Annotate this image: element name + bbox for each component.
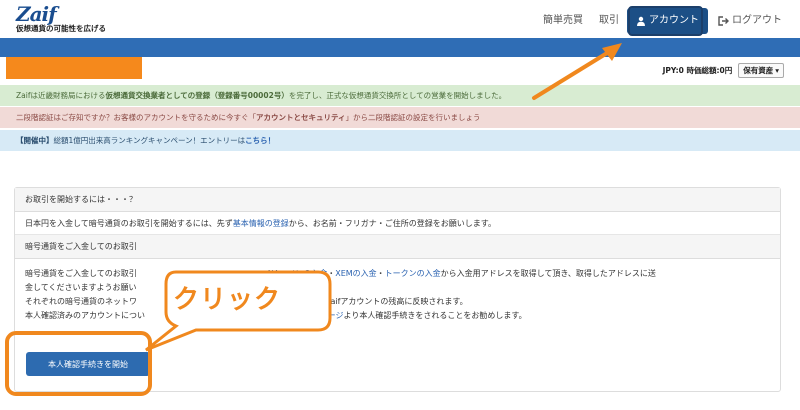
two-factor-alert: 二段階認証はご存知ですか？お客様のアカウントを守るために今すぐ「 アカウントとセキ… (0, 107, 800, 128)
nav-account-button[interactable]: アカウント (627, 8, 708, 34)
click-callout-text: クリック (173, 285, 282, 315)
line3-prefix: それぞれの暗号通貨のネットワ (25, 297, 137, 306)
site-header: Zaif 仮想通貨の可能性を広げる 簡単売買 取引 アカウント ログアウト (0, 0, 800, 38)
start-verification-button[interactable]: 本人確認手続きを開始 (26, 352, 150, 376)
crypto-line-2: 金してくださいますようお願い (25, 283, 137, 292)
intro-suffix: から、お名前・フリガナ・ご住所の登録をお願いします。 (288, 218, 496, 228)
registration-prefix: Zaifは近畿財務局における (16, 91, 106, 100)
line1-sep2: ・ (376, 269, 385, 278)
holdings-select[interactable]: 保有資産 ▾ (738, 63, 784, 78)
security-link[interactable]: アカウントとセキュリティ (256, 112, 346, 123)
jpy-deposit-info: 日本円を入金して暗号通貨のお取引を開始するには、先ず 基本情報の登録 から、お名前・… (15, 212, 780, 235)
crypto-body: 暗号通貨をご入金してのお取引 NAコインの入金・XEMの入金・トークンの入金から入… (15, 259, 780, 323)
line4-prefix: 本人確認済みのアカウントについ (25, 311, 145, 320)
nav-trade[interactable]: 取引 (591, 8, 627, 34)
balance-text: JPY:0 時価総額:0円 (662, 66, 733, 75)
nav-logout-label: ログアウト (732, 15, 782, 26)
campaign-link[interactable]: こちら！ (245, 135, 275, 146)
top-nav: 簡単売買 取引 アカウント ログアウト (535, 8, 782, 34)
registration-suffix: を完了し、正式な仮想通貨交換所としての営業を開始しました。 (288, 91, 507, 100)
account-page-link[interactable]: アカウントページ (280, 311, 344, 320)
logout-icon (718, 16, 729, 26)
crypto-line-3: それぞれの暗号通貨のネットワ 、お客様のZaifアカウントの残高に反映されます。 (25, 295, 770, 309)
intro-prefix: 日本円を入金して暗号通貨のお取引を開始するには、先ず (25, 218, 233, 228)
holdings-select-value: 保有資産 (743, 66, 774, 75)
highlight-tab (6, 57, 142, 79)
line4-suffix: より本人確認手続きをされることをお勧めします。 (343, 311, 527, 320)
two-factor-suffix: 」から二段階認証の設定を行いましょう (345, 113, 481, 122)
registration-alert: Zaifは近畿財務局における 仮想通貨交換業者としての登録（登録番号00002号）… (0, 85, 800, 106)
line1-prefix: 暗号通貨をご入金してのお取引 (25, 269, 137, 278)
getting-started-panel: お取引を開始するには・・・？ 日本円を入金して暗号通貨のお取引を開始するには、先… (14, 187, 781, 392)
nav-simple-trade[interactable]: 簡単売買 (535, 8, 591, 34)
token-deposit-link[interactable]: トークンの入金 (385, 269, 441, 278)
xem-deposit-link[interactable]: XEMの入金 (335, 269, 376, 278)
nav-bar (0, 38, 800, 57)
campaign-alert: 【開催中】 総額1億円出来高ランキングキャンペーン！エントリーは こちら！ (0, 130, 800, 151)
registration-bold: 仮想通貨交換業者としての登録（登録番号00002号） (105, 91, 289, 100)
campaign-text: 総額1億円出来高ランキングキャンペーン！エントリーは (53, 136, 246, 145)
crypto-line-4: 本人確認済みのアカウントについ ので、アカウントページより本人確認手続きをされるこ… (25, 309, 770, 323)
balance-area: JPY:0 時価総額:0円 保有資産 ▾ (663, 63, 784, 78)
line3-suffix: 、お客様のZaifアカウントの残高に反映されます。 (285, 297, 468, 306)
campaign-prefix: 【開催中】 (16, 136, 54, 145)
user-icon (637, 16, 645, 26)
logo-tagline: 仮想通貨の可能性を広げる (16, 24, 106, 33)
logo-text: Zaif (16, 2, 57, 26)
basic-info-link[interactable]: 基本情報の登録 (233, 218, 289, 229)
crypto-line-1: 暗号通貨をご入金してのお取引 NAコインの入金・XEMの入金・トークンの入金から入… (25, 267, 770, 281)
caret-down-icon: ▾ (775, 66, 779, 75)
crypto-heading: 暗号通貨をご入金してのお取引 (15, 235, 780, 259)
zaif-logo[interactable]: Zaif 仮想通貨の可能性を広げる (16, 3, 106, 34)
line1-suffix: から入金用アドレスを取得して頂き、取得したアドレスに送 (440, 269, 656, 278)
mona-deposit-link[interactable]: NAコインの入金 (268, 269, 327, 278)
nav-account-label: アカウント (649, 15, 699, 26)
two-factor-prefix: 二段階認証はご存知ですか？お客様のアカウントを守るために今すぐ「 (16, 113, 256, 122)
nav-logout-button[interactable]: ログアウト (708, 8, 782, 34)
panel-heading: お取引を開始するには・・・？ (15, 188, 780, 212)
